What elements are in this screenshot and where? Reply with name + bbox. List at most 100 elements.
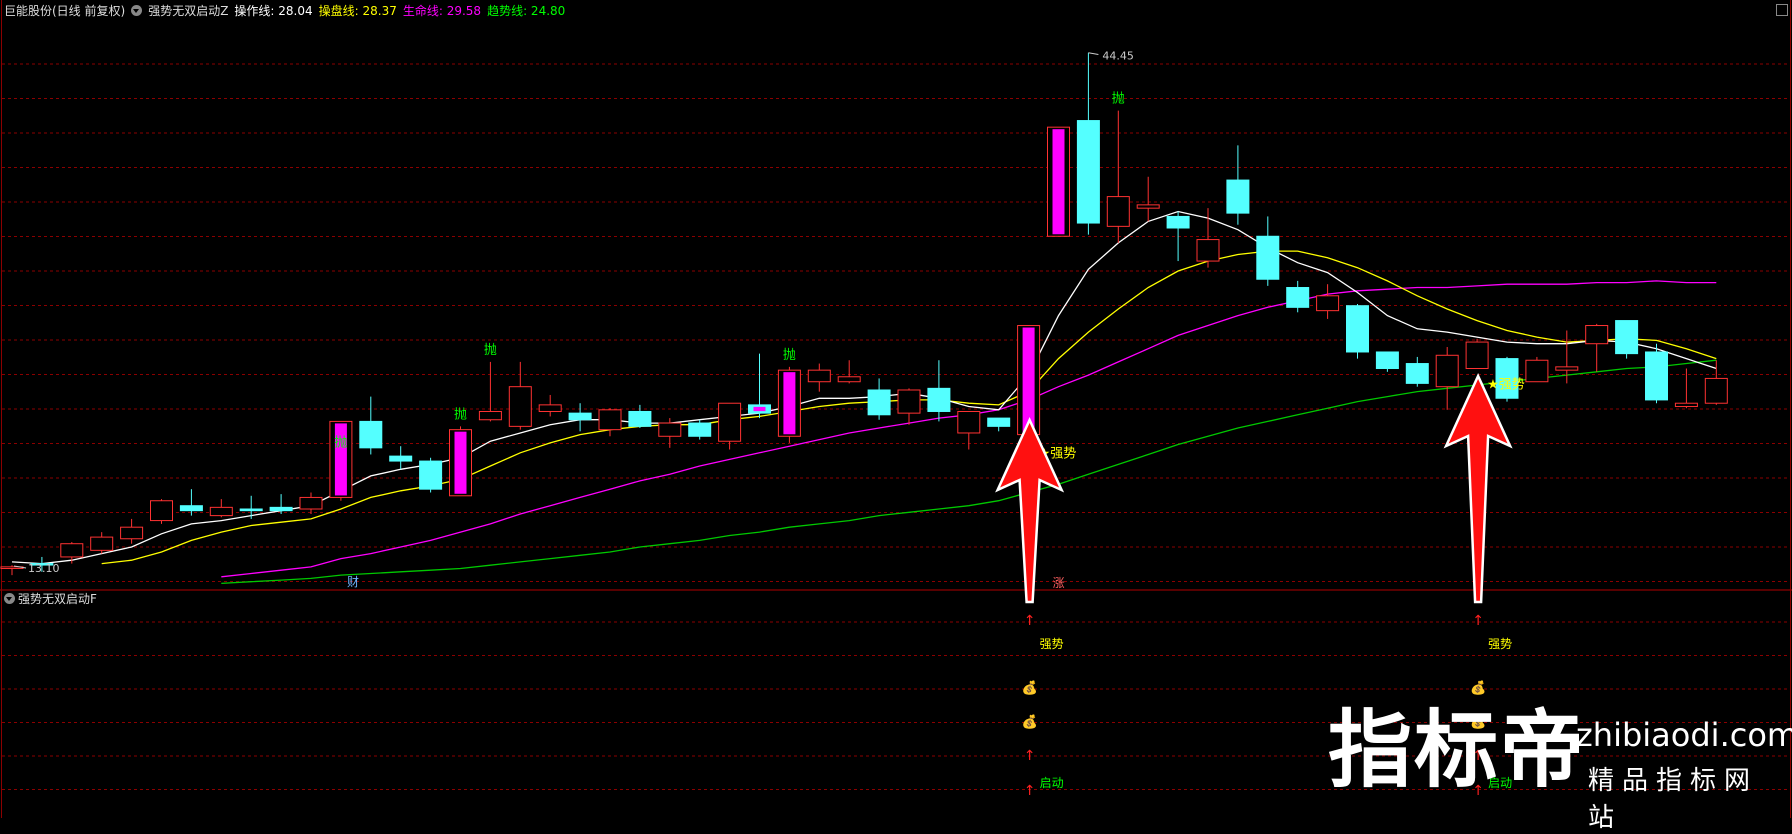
candlesticks xyxy=(0,52,1728,576)
maximize-icon[interactable] xyxy=(1776,4,1788,16)
candle-body xyxy=(867,389,891,416)
candle-body xyxy=(90,536,114,551)
candle-body xyxy=(1704,377,1728,404)
candle-body xyxy=(957,410,981,434)
candle-body xyxy=(1076,120,1100,224)
strong-mark: ★强势 xyxy=(1487,377,1525,393)
high-price-label: 44.45 xyxy=(1102,49,1134,62)
candle-body xyxy=(359,420,383,449)
start-signal: 启动 xyxy=(1040,776,1064,790)
money-bag-icon: 💰 xyxy=(1022,680,1038,696)
candle-body xyxy=(1375,351,1399,370)
throw-mark: 抛 xyxy=(334,435,347,450)
candle-body xyxy=(179,505,203,512)
candle-body xyxy=(897,389,921,414)
indicator-value-1: 操盘线: 28.37 xyxy=(318,4,397,18)
watermark: 指标帝 zhibiaodi.com 精品指标网站 xyxy=(1328,700,1792,833)
low-price-label: 13.10 xyxy=(28,562,60,575)
candle-body xyxy=(718,402,742,442)
candle-body xyxy=(1435,354,1459,388)
candle-body xyxy=(1136,204,1160,209)
candle-body xyxy=(478,410,502,421)
candle-body xyxy=(837,376,861,383)
trend-line xyxy=(221,359,1717,585)
kline-chart[interactable]: 抛抛抛 抛抛44.4513.10★强势★强势财涨 ↑强势💰💰↑↑ 启动↑强势💰💰↑↑… xyxy=(0,0,1792,818)
candle-body xyxy=(419,460,443,490)
up-arrow-icon: ↑ xyxy=(1472,613,1484,629)
candle-highlight xyxy=(783,372,796,435)
candle-body xyxy=(987,417,1011,427)
candle-body xyxy=(538,404,562,412)
moving-averages xyxy=(11,210,1717,585)
cai-mark: 财 xyxy=(347,575,359,589)
indicator-value-0: 操作线: 28.04 xyxy=(234,4,313,18)
candle-body xyxy=(1585,325,1609,345)
watermark-url: zhibiaodi.com xyxy=(1576,716,1792,754)
watermark-subtitle: 精品指标网站 xyxy=(1588,766,1759,833)
candle-body xyxy=(1316,295,1340,312)
watermark-title: 指标帝 xyxy=(1328,701,1587,799)
candle-body xyxy=(1405,363,1429,384)
throw-mark: 抛 xyxy=(484,343,497,358)
candle-body xyxy=(150,500,173,522)
stock-name: 巨能股份(日线 前复权) xyxy=(4,4,126,18)
candle-body xyxy=(299,496,323,510)
throw-mark: 抛 xyxy=(454,407,467,422)
candle-highlight xyxy=(334,423,347,496)
big-arrows xyxy=(995,372,1513,604)
up-arrow-icon: ↑ xyxy=(1024,613,1036,629)
throw-mark: 抛 xyxy=(1112,92,1125,107)
candle-body xyxy=(269,506,293,512)
candle-body xyxy=(658,422,682,437)
candle-highlight xyxy=(1022,327,1035,433)
dropdown-icon[interactable] xyxy=(4,593,15,604)
candle-body xyxy=(1196,239,1220,262)
money-bag-icon: 💰 xyxy=(1022,714,1038,730)
candle-body xyxy=(209,506,233,517)
candle-body xyxy=(1226,179,1250,214)
grid-lines xyxy=(0,0,1792,818)
sub-panel-title[interactable]: 强势无双启动F xyxy=(18,592,97,606)
candle-body xyxy=(389,455,413,462)
candle-body xyxy=(1525,359,1549,383)
strong-signal: 强势 xyxy=(1040,637,1064,651)
candle-body xyxy=(1346,305,1369,353)
sub-panel-header: 强势无双启动F xyxy=(4,591,97,607)
candle-body xyxy=(239,508,263,512)
candle-body xyxy=(1106,196,1130,227)
up-arrow-icon: ↑ xyxy=(1024,783,1036,799)
throw-mark: 抛 xyxy=(783,348,796,363)
candle-body xyxy=(598,409,622,431)
candle-body xyxy=(1615,320,1639,355)
candle-body xyxy=(807,369,831,383)
candle-body xyxy=(120,526,144,540)
candle-body xyxy=(1465,341,1489,370)
high-pointer xyxy=(1088,52,1099,55)
candle-body xyxy=(1256,235,1280,280)
candle-body xyxy=(1555,366,1579,371)
strong-signal: 强势 xyxy=(1488,637,1512,651)
candle-body xyxy=(1286,287,1310,308)
candle-highlight xyxy=(753,406,766,412)
money-bag-icon: 💰 xyxy=(1470,680,1486,696)
indicator-values: 操作线: 28.04 操盘线: 28.37 生命线: 29.58 趋势线: 24.80 xyxy=(234,4,571,18)
candle-highlight xyxy=(454,431,467,494)
operate-line xyxy=(11,210,1717,565)
candle-body xyxy=(927,387,951,412)
candle-body xyxy=(508,386,532,427)
indicator-value-3: 趋势线: 24.80 xyxy=(487,4,566,18)
big-up-arrow xyxy=(1443,372,1513,604)
up-arrow-icon: ↑ xyxy=(1024,748,1036,764)
candle-body xyxy=(628,410,652,427)
dropdown-icon[interactable] xyxy=(131,5,143,16)
candle-body xyxy=(568,412,592,421)
candle-body xyxy=(1645,351,1668,401)
zhang-mark: 涨 xyxy=(1053,575,1065,590)
candle-body xyxy=(688,422,712,437)
indicator-name[interactable]: 强势无双启动Z xyxy=(148,4,228,18)
indicator-value-2: 生命线: 29.58 xyxy=(402,4,482,18)
candle-highlight xyxy=(1052,129,1065,235)
candle-body xyxy=(1674,402,1698,408)
candle-body xyxy=(1166,215,1190,229)
candle-body xyxy=(60,543,84,558)
